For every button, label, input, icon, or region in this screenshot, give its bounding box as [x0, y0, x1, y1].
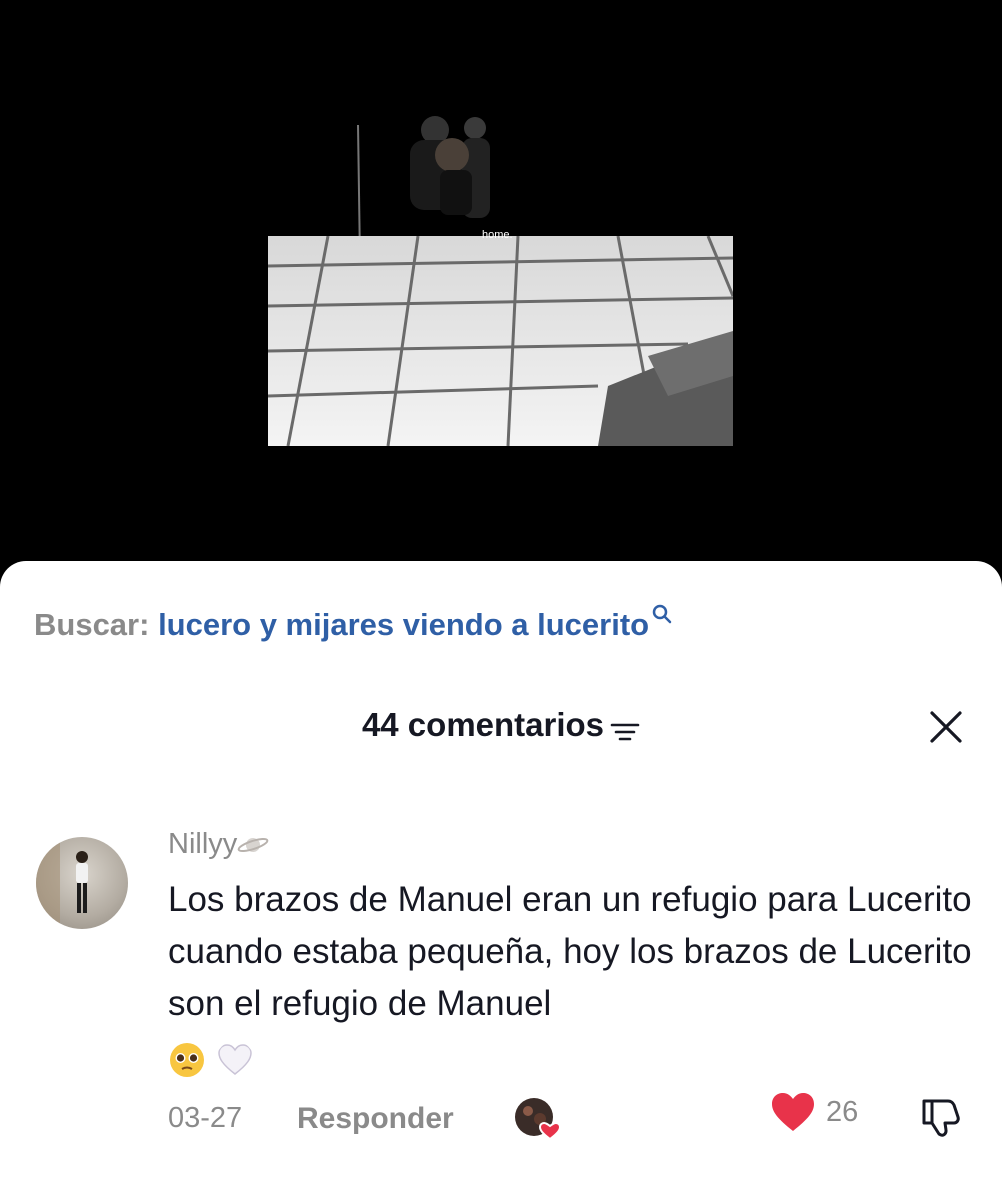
video-stage-floor: [268, 236, 733, 446]
username-text: Nillyy: [168, 828, 238, 860]
comments-sheet: Buscar: lucero y mijares viendo a luceri…: [0, 561, 1002, 1200]
like-button[interactable]: 26: [770, 1091, 870, 1139]
comment-text: Los brazos de Manuel eran un refugio par…: [168, 880, 972, 1023]
video-performers: [357, 116, 490, 240]
avatar[interactable]: [36, 837, 128, 929]
like-count: 26: [826, 1096, 859, 1128]
close-icon[interactable]: [928, 709, 964, 745]
heart-icon: [772, 1093, 814, 1131]
video-player[interactable]: home.: [0, 0, 1002, 600]
video-caption: home.: [482, 229, 513, 241]
comment-date: 03-27: [168, 1102, 243, 1134]
search-icon: [652, 604, 672, 624]
search-label: Buscar:: [34, 607, 150, 642]
search-query-link[interactable]: lucero y mijares viendo a lucerito: [158, 607, 649, 642]
search-suggestion[interactable]: Buscar: lucero y mijares viendo a luceri…: [34, 604, 673, 643]
comment-body: Los brazos de Manuel eran un refugio par…: [168, 874, 978, 1084]
filter-icon[interactable]: [610, 720, 640, 744]
pleading-face-emoji-icon: [170, 1042, 204, 1077]
creator-liked-badge: [515, 1098, 562, 1141]
comments-header: 44 comentarios: [0, 706, 1002, 744]
reply-button[interactable]: Responder: [297, 1102, 454, 1136]
comment-emojis: [168, 1032, 254, 1084]
dislike-icon[interactable]: [918, 1093, 964, 1139]
planet-icon: [237, 838, 269, 853]
comment-username[interactable]: Nillyy: [168, 828, 269, 861]
comment-count: 44 comentarios: [361, 706, 605, 743]
white-heart-emoji-icon: [217, 1043, 252, 1075]
